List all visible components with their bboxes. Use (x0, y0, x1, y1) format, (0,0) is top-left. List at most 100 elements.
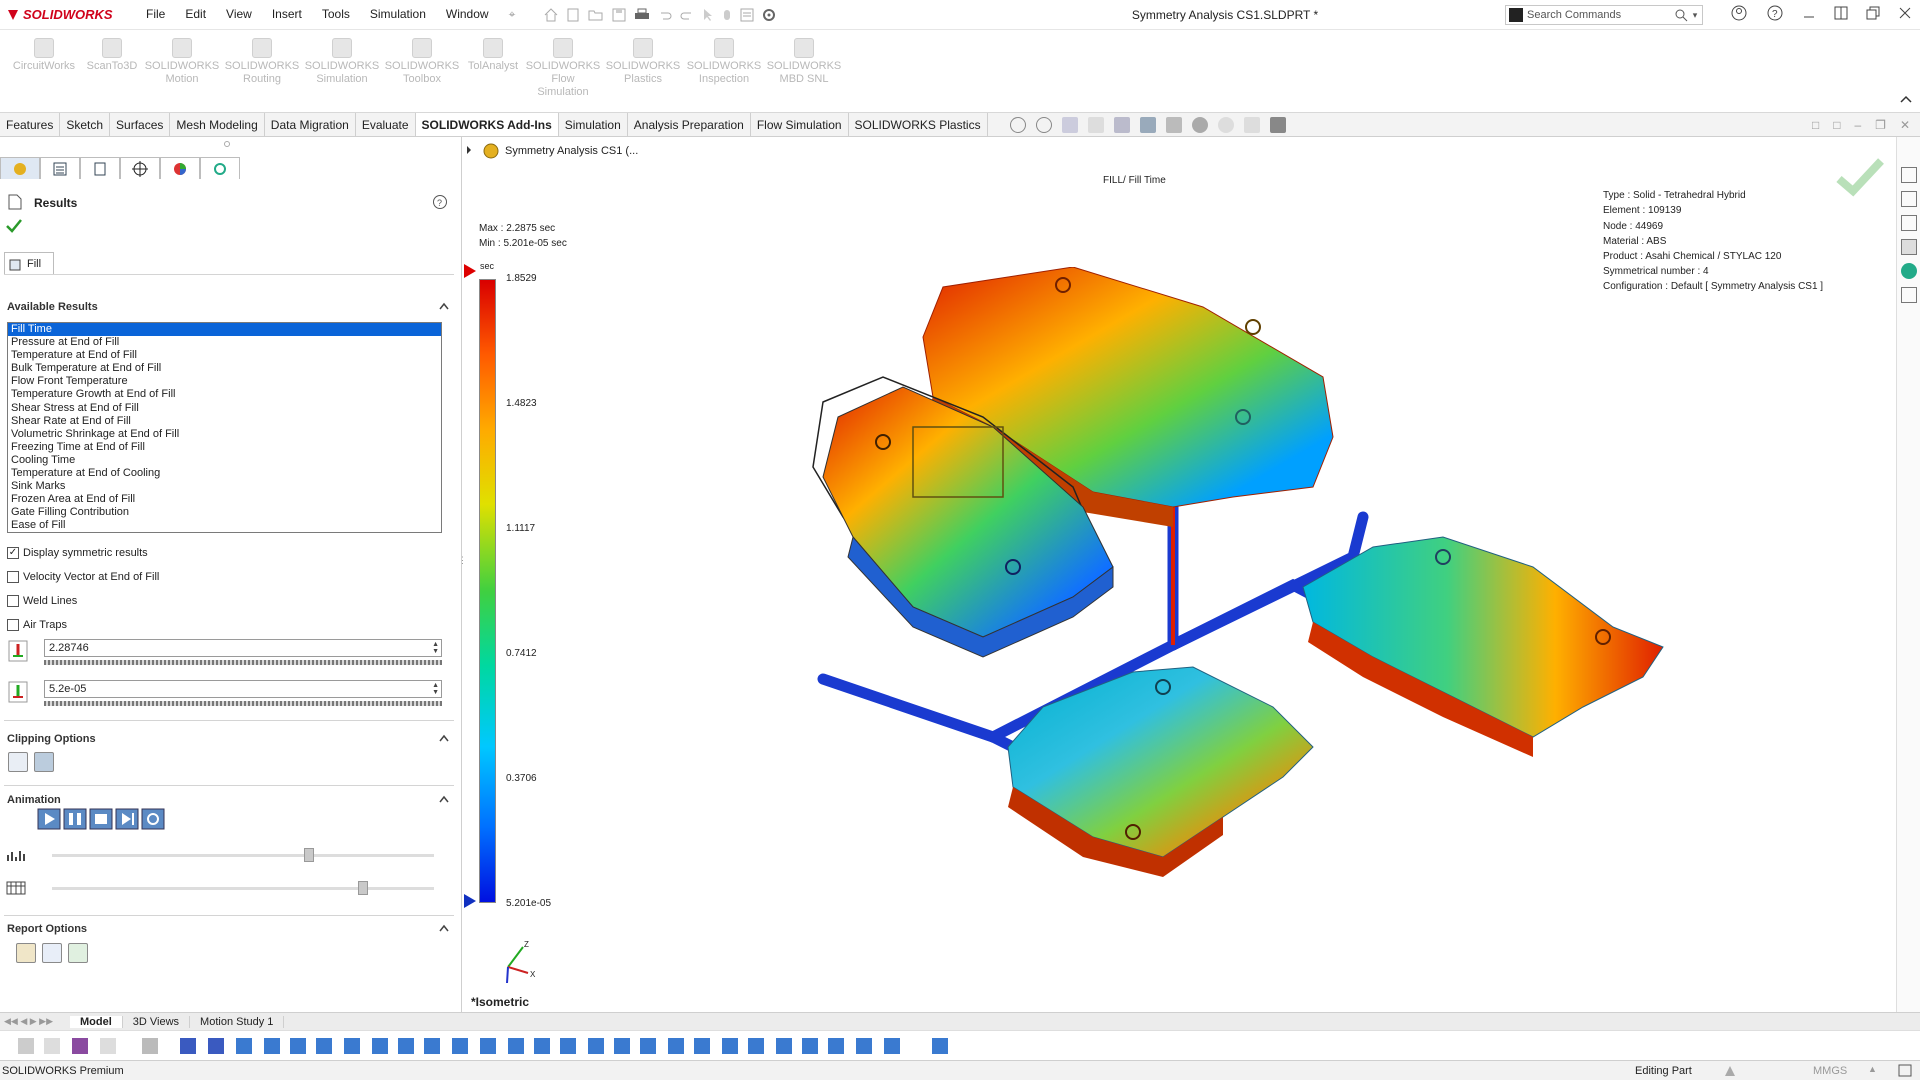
result-list-item[interactable]: Shear Stress at End of Fill (8, 402, 441, 415)
checkbox-box[interactable] (7, 595, 19, 607)
units-up-chevron-icon[interactable]: ▲ (1868, 1064, 1877, 1074)
legend-max-marker-icon[interactable] (463, 263, 477, 279)
options-gear-icon[interactable] (761, 7, 777, 23)
toolbar-table-icon[interactable] (588, 1038, 604, 1054)
view-settings-icon[interactable] (1270, 117, 1286, 133)
tab-motion-study-1[interactable]: Motion Study 1 (190, 1015, 285, 1028)
addin-simulation[interactable]: SOLIDWORKS Simulation (302, 38, 382, 86)
toolbar-axis-icon[interactable] (208, 1038, 224, 1054)
report-generate-button[interactable] (16, 943, 36, 963)
task-pane-appearances-icon[interactable] (1901, 263, 1917, 279)
tab-3d-views[interactable]: 3D Views (123, 1015, 191, 1028)
undo-icon[interactable] (657, 7, 673, 23)
report-help-button[interactable] (42, 943, 62, 963)
toolbar-graph-icon[interactable] (560, 1038, 576, 1054)
addin-routing[interactable]: SOLIDWORKS Routing (222, 38, 302, 86)
toolbar-curve-icon[interactable] (668, 1038, 684, 1054)
addin-toolbox[interactable]: SOLIDWORKS Toolbox (382, 38, 462, 86)
tab-evaluate[interactable]: Evaluate (356, 113, 416, 136)
rebuild-status-icon[interactable] (1722, 1063, 1738, 1079)
magnifier-icon[interactable] (1674, 8, 1688, 22)
menu-tools[interactable]: Tools (312, 7, 360, 22)
toolbar-zoom-icon[interactable] (614, 1038, 630, 1054)
result-list-item[interactable]: Sink Marks (8, 480, 441, 493)
toolbar-gate-icon[interactable] (398, 1038, 414, 1054)
tab-sketch[interactable]: Sketch (60, 113, 111, 136)
toolbar-palette-icon[interactable] (776, 1038, 792, 1054)
result-list-item[interactable]: Freezing Time at End of Fill (8, 441, 441, 454)
new-document-icon[interactable] (565, 7, 581, 23)
toolbar-measure-icon[interactable] (344, 1038, 360, 1054)
tab-features[interactable]: Features (0, 113, 61, 136)
addin-motion[interactable]: SOLIDWORKS Motion (142, 38, 222, 86)
tab-configuration-manager[interactable] (120, 157, 160, 179)
addin-inspection[interactable]: SOLIDWORKS Inspection (684, 38, 764, 86)
restore-icon[interactable] (1866, 6, 1880, 20)
search-commands-input[interactable]: Search Commands ▾ (1505, 5, 1703, 25)
toolbar-rotate-icon[interactable] (264, 1038, 280, 1054)
toolbar-box-icon[interactable] (290, 1038, 306, 1054)
max-value-slider[interactable] (44, 660, 442, 665)
tile-window-icon[interactable] (1834, 6, 1848, 20)
task-pane-home-icon[interactable] (1901, 167, 1917, 183)
result-list-item[interactable]: Ease of Fill (8, 519, 441, 532)
loop-icon[interactable] (141, 808, 165, 830)
menu-window[interactable]: Window (436, 7, 499, 22)
menu-edit[interactable]: Edit (175, 7, 216, 22)
notification-icon[interactable] (1897, 1063, 1913, 1079)
tab-solidworks-plastics[interactable]: SOLIDWORKS Plastics (849, 113, 988, 136)
spin-arrows-icon[interactable]: ▲ ▼ (432, 641, 439, 655)
result-list-item[interactable]: Pressure at End of Fill (8, 336, 441, 349)
open-icon[interactable] (587, 7, 605, 23)
print-icon[interactable] (633, 7, 651, 23)
legend-min-marker-icon[interactable] (463, 893, 477, 909)
checkbox-box[interactable]: ✓ (7, 547, 19, 559)
result-list-item[interactable]: Volumetric Shrinkage at End of Fill (8, 428, 441, 441)
zoom-to-area-icon[interactable] (1036, 117, 1052, 133)
tab-surfaces[interactable]: Surfaces (110, 113, 171, 136)
toolbar-select-icon[interactable] (72, 1038, 88, 1054)
result-list-item[interactable]: Gate Filling Contribution (8, 506, 441, 519)
tab-display-manager[interactable] (160, 157, 200, 179)
result-list-item[interactable]: Shear Rate at End of Fill (8, 415, 441, 428)
task-pane-library-icon[interactable] (1901, 191, 1917, 207)
display-style-icon[interactable] (1166, 117, 1182, 133)
tree-expand-icon[interactable] (465, 145, 473, 155)
toolbar-point-icon[interactable] (180, 1038, 196, 1054)
mold-fill-time-model[interactable] (613, 267, 1763, 907)
hide-show-items-icon[interactable] (1192, 117, 1208, 133)
result-list-item[interactable]: Temperature at End of Cooling (8, 467, 441, 480)
collapse-ribbon-icon[interactable] (1900, 94, 1912, 104)
report-options-header[interactable]: Report Options (7, 923, 87, 935)
pane-minimize-icon[interactable]: – (1854, 118, 1861, 132)
apply-scene-icon[interactable] (1244, 117, 1260, 133)
result-list-item[interactable]: Temperature at End of Fill (8, 349, 441, 362)
min-value-slider[interactable] (44, 701, 442, 706)
min-value-input[interactable]: 5.2e-05 ▲ ▼ (44, 680, 442, 698)
solidworks-logo[interactable]: SOLIDWORKS (6, 7, 136, 22)
feature-tree-root-label[interactable]: Symmetry Analysis CS1 (... (505, 145, 638, 157)
tab-feature-manager[interactable] (40, 157, 80, 179)
toolbar-filter2-icon[interactable] (44, 1038, 60, 1054)
fill-subtab[interactable]: Fill (4, 252, 54, 274)
toolbar-chart-icon[interactable] (694, 1038, 710, 1054)
confirmation-check-icon[interactable] (1835, 157, 1885, 197)
dynamic-annotation-icon[interactable] (1114, 117, 1130, 133)
toolbar-results-icon[interactable] (932, 1038, 948, 1054)
checkbox-box[interactable] (7, 571, 19, 583)
slider-knob[interactable] (357, 881, 368, 895)
pane-restore-icon[interactable]: ❐ (1875, 118, 1886, 132)
toolbar-camera-icon[interactable] (856, 1038, 872, 1054)
toolbar-cursor-icon[interactable] (100, 1038, 116, 1054)
task-pane-properties-icon[interactable] (1901, 287, 1917, 303)
task-pane-explorer-icon[interactable] (1901, 215, 1917, 231)
checkbox-box[interactable] (7, 619, 19, 631)
menu-simulation[interactable]: Simulation (360, 7, 436, 22)
addin-plastics[interactable]: SOLIDWORKS Plastics (603, 38, 683, 86)
weld-lines-checkbox[interactable]: Weld Lines (7, 595, 77, 607)
toolbar-line-icon[interactable] (316, 1038, 332, 1054)
result-list-item[interactable]: Fill Time (8, 323, 441, 337)
tab-scroll-arrows-icon[interactable]: ◀◀ ◀ ▶ ▶▶ (0, 1016, 70, 1027)
report-export-button[interactable] (68, 943, 88, 963)
help-circle-icon[interactable]: ? (432, 194, 448, 210)
